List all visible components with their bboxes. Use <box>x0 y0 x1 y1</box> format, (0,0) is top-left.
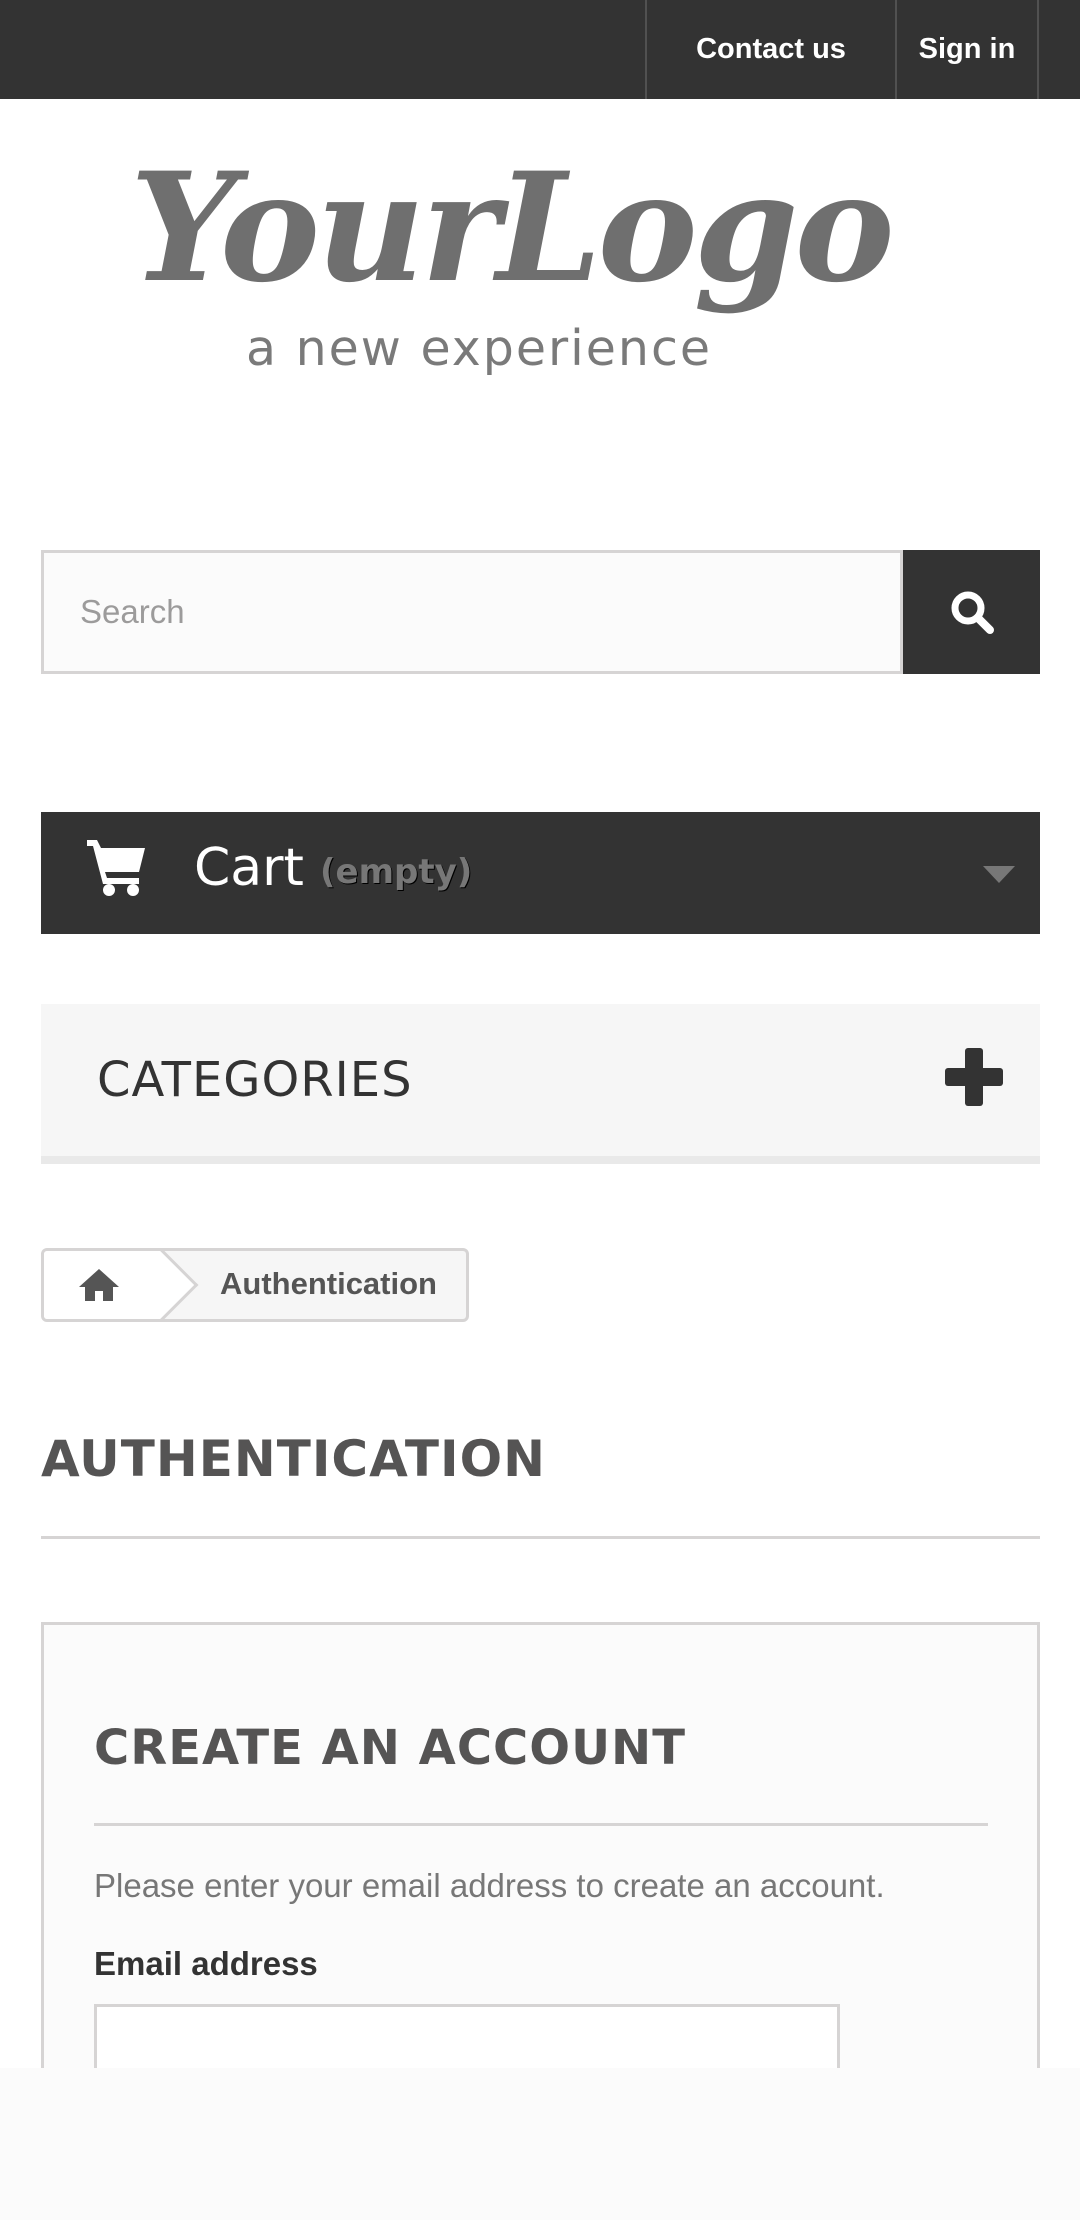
caret-down-icon <box>983 866 1015 883</box>
heading-divider <box>41 1536 1040 1539</box>
logo-wordmark: YourLogo <box>130 140 895 316</box>
search-button[interactable] <box>903 550 1040 674</box>
sign-in-link[interactable]: Sign in <box>895 0 1039 99</box>
create-account-divider <box>94 1823 988 1826</box>
search-icon <box>951 591 994 634</box>
breadcrumb: Authentication <box>41 1248 469 1322</box>
cart-label: Cart <box>194 838 304 898</box>
home-icon <box>79 1269 119 1301</box>
plus-icon[interactable] <box>943 1046 1005 1108</box>
logo-tagline: a new experience <box>246 320 713 377</box>
breadcrumb-current: Authentication <box>220 1266 437 1301</box>
create-account-form: CREATE AN ACCOUNT Please enter your emai… <box>41 1622 1040 2084</box>
contact-us-link[interactable]: Contact us <box>645 0 895 99</box>
cart-icon <box>87 840 145 896</box>
categories-toggle[interactable]: CATEGORIES <box>41 1004 1040 1164</box>
create-account-description: Please enter your email address to creat… <box>94 1867 885 1904</box>
site-logo[interactable]: YourLogo a new experience <box>120 140 910 400</box>
page-bottom-area <box>0 2068 1080 2220</box>
top-nav-bar: Contact us Sign in <box>0 0 1080 99</box>
email-label: Email address <box>94 1945 318 1982</box>
breadcrumb-home[interactable] <box>44 1251 154 1319</box>
cart-status: (empty) <box>320 852 473 892</box>
cart-dropdown[interactable]: Cart (empty) <box>41 812 1040 934</box>
categories-label: CATEGORIES <box>97 1052 413 1108</box>
create-account-title: CREATE AN ACCOUNT <box>94 1720 686 1776</box>
search-input[interactable] <box>41 550 903 674</box>
page-title: AUTHENTICATION <box>41 1430 546 1488</box>
